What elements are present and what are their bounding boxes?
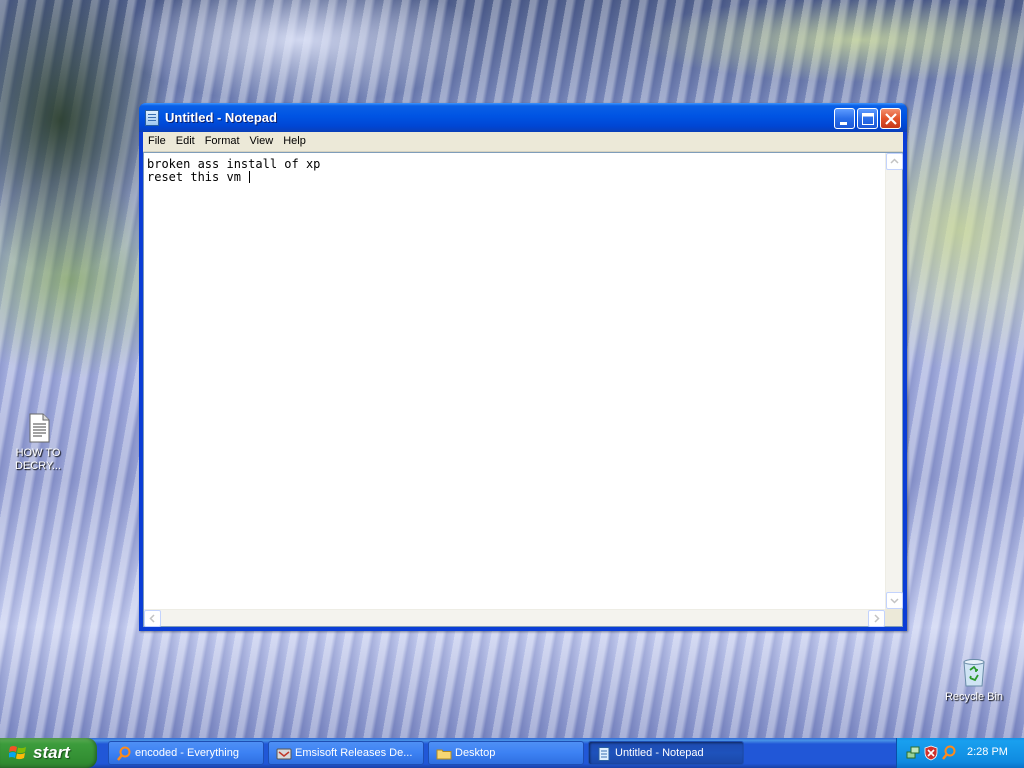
desktop[interactable]: HOW TO DECRY... Recycle Bin Untitled - N…	[0, 0, 1024, 738]
task-label: encoded - Everything	[135, 747, 239, 759]
menu-format[interactable]: Format	[200, 132, 245, 152]
chevron-up-icon	[890, 158, 899, 164]
desktop-icon-label: Recycle Bin	[944, 691, 1004, 703]
task-button-desktop[interactable]: Desktop	[428, 741, 584, 765]
windows-logo-icon	[9, 746, 26, 760]
task-label: Emsisoft Releases De...	[295, 747, 413, 759]
editor-line-2-text: reset this vm	[147, 170, 249, 184]
clock[interactable]: 2:28 PM	[967, 746, 1008, 758]
menu-view[interactable]: View	[245, 132, 279, 152]
scroll-down-button[interactable]	[886, 592, 903, 609]
desktop-icon-label-line2: DECRY...	[14, 460, 62, 472]
text-document-icon	[22, 412, 54, 444]
security-shield-icon[interactable]	[923, 745, 939, 761]
desktop-icon-how-to-decrypt[interactable]: HOW TO DECRY...	[0, 412, 76, 473]
chevron-right-icon	[874, 614, 880, 623]
scroll-left-button[interactable]	[144, 610, 161, 627]
text-editor[interactable]: broken ass install of xp reset this vm	[146, 155, 885, 610]
desktop-icon-recycle-bin[interactable]: Recycle Bin	[936, 656, 1012, 704]
editor-line-2: reset this vm	[147, 171, 885, 184]
horizontal-scrollbar[interactable]	[144, 609, 885, 627]
close-icon	[885, 113, 897, 125]
task-button-notepad[interactable]: Untitled - Notepad	[588, 741, 744, 765]
window-title: Untitled - Notepad	[165, 110, 277, 125]
task-label: Untitled - Notepad	[615, 747, 704, 759]
maximize-button[interactable]	[857, 108, 878, 129]
chevron-left-icon	[149, 614, 155, 623]
minimize-button[interactable]	[834, 108, 855, 129]
resize-grip[interactable]	[885, 609, 902, 626]
close-button[interactable]	[880, 108, 901, 129]
task-button-everything[interactable]: encoded - Everything	[108, 741, 264, 765]
menu-help[interactable]: Help	[278, 132, 311, 152]
scroll-right-button[interactable]	[868, 610, 885, 627]
editor-line-1: broken ass install of xp	[147, 157, 321, 171]
system-tray: 2:28 PM	[896, 738, 1024, 768]
task-button-emsisoft[interactable]: Emsisoft Releases De...	[268, 741, 424, 765]
menu-file[interactable]: File	[143, 132, 171, 152]
maximize-icon	[862, 113, 874, 125]
text-caret	[249, 171, 251, 183]
recycle-bin-icon	[958, 656, 990, 688]
menu-edit[interactable]: Edit	[171, 132, 200, 152]
chevron-down-icon	[890, 598, 899, 604]
task-label: Desktop	[455, 747, 496, 759]
notepad-window[interactable]: Untitled - Notepad File Edit Format View Hel…	[139, 103, 907, 631]
taskbar: start encoded - Everything Emsisoft Rele…	[0, 738, 1024, 768]
folder-icon	[436, 749, 452, 760]
desktop-icon-label-line1: HOW TO	[15, 447, 61, 459]
minimize-icon	[840, 122, 847, 125]
title-bar[interactable]: Untitled - Notepad	[139, 103, 907, 132]
notepad-icon[interactable]	[145, 110, 159, 126]
start-label: start	[33, 743, 70, 762]
scroll-up-button[interactable]	[886, 153, 903, 170]
network-icon[interactable]	[905, 745, 921, 761]
search-magnifier-icon	[117, 746, 131, 761]
search-magnifier-icon[interactable]	[941, 745, 957, 761]
notepad-icon	[598, 747, 610, 761]
editor-frame: broken ass install of xp reset this vm	[143, 152, 903, 627]
start-button[interactable]: start	[0, 738, 97, 768]
emsisoft-icon	[276, 748, 292, 760]
vertical-scrollbar[interactable]	[885, 153, 903, 609]
menu-bar: File Edit Format View Help	[143, 132, 903, 152]
